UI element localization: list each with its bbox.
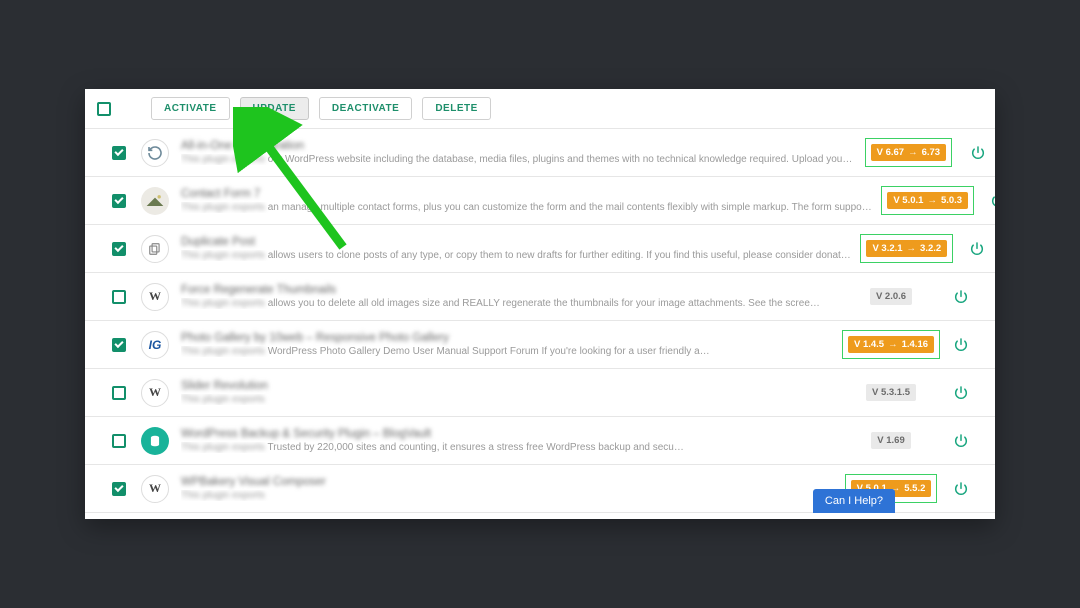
plugin-icon: W [141,283,181,311]
plugin-row: Contact Form 7 This plugin exports an man… [85,177,995,225]
plugin-row: IGPhoto Gallery by 10web – Responsive Ph… [85,321,995,369]
plugin-checkbox[interactable] [112,146,126,160]
plugin-description: This plugin exports allows users to clon… [181,250,851,261]
plugin-checkbox[interactable] [112,194,126,208]
plugin-manager-panel: ACTIVATE UPDATE DEACTIVATE DELETE All-in… [85,89,995,519]
plugin-row: WSlider Revolution This plugin exports V … [85,369,995,417]
plugin-name: Slider Revolution [181,380,835,392]
power-toggle[interactable] [955,241,995,257]
plugin-row: Duplicate Post This plugin exports allows… [85,225,995,273]
update-badge[interactable]: V 6.67→6.73 [871,144,946,161]
version-badge: V 1.69 [871,432,910,449]
select-all-checkbox[interactable] [97,102,111,116]
version-cell: V 2.0.6 [843,288,939,305]
power-toggle[interactable] [939,385,983,401]
plugin-row: All-in-One WP Migration This plugin expor… [85,129,995,177]
plugin-checkbox[interactable] [112,290,126,304]
power-toggle[interactable] [976,193,995,209]
plugin-description: This plugin exports WordPress Photo Gall… [181,346,835,357]
power-toggle[interactable] [939,481,983,497]
version-cell: V 5.0.1→5.0.3 [880,186,976,215]
version-badge: V 2.0.6 [870,288,912,305]
version-cell: V 5.3.1.5 [843,384,939,401]
power-toggle[interactable] [939,289,983,305]
deactivate-button[interactable]: DEACTIVATE [319,97,412,120]
plugin-description: This plugin exports [181,490,835,501]
plugin-name: Photo Gallery by 10web – Responsive Phot… [181,332,835,344]
bulk-toolbar: ACTIVATE UPDATE DEACTIVATE DELETE [85,89,995,129]
plugin-description: This plugin exports [181,394,835,405]
plugin-description: This plugin exports allows you to delete… [181,298,835,309]
plugin-name: WordPress Backup & Security Plugin – Blo… [181,428,835,440]
power-toggle[interactable] [939,337,983,353]
plugin-icon [141,235,181,263]
version-cell: V 1.4.5→1.4.16 [843,330,939,359]
plugin-name: Duplicate Post [181,236,851,248]
update-badge[interactable]: V 5.0.1→5.0.3 [887,192,968,209]
power-toggle[interactable] [939,433,983,449]
plugin-name: All-in-One WP Migration [181,140,852,152]
plugin-list: All-in-One WP Migration This plugin expor… [85,129,995,513]
plugin-description: This plugin exports our WordPress websit… [181,154,852,165]
plugin-row: WordPress Backup & Security Plugin – Blo… [85,417,995,465]
version-cell: V 6.67→6.73 [860,138,956,167]
update-badge[interactable]: V 1.4.5→1.4.16 [848,336,934,353]
plugin-checkbox[interactable] [112,434,126,448]
version-cell: V 1.69 [843,432,939,449]
power-toggle[interactable] [956,145,995,161]
activate-button[interactable]: ACTIVATE [151,97,230,120]
plugin-icon: W [141,475,181,503]
plugin-row: WForce Regenerate Thumbnails This plugin … [85,273,995,321]
update-button[interactable]: UPDATE [240,97,309,120]
update-badge[interactable]: V 3.2.1→3.2.2 [866,240,947,257]
delete-button[interactable]: DELETE [422,97,490,120]
version-cell: V 3.2.1→3.2.2 [859,234,955,263]
help-widget[interactable]: Can I Help? [813,489,895,513]
plugin-icon: IG [141,331,181,359]
plugin-checkbox[interactable] [112,338,126,352]
plugin-checkbox[interactable] [112,482,126,496]
plugin-name: Contact Form 7 [181,188,872,200]
plugin-icon [141,187,181,215]
plugin-icon [141,427,181,455]
plugin-description: This plugin exports an manage multiple c… [181,202,872,213]
plugin-icon: W [141,379,181,407]
plugin-name: Force Regenerate Thumbnails [181,284,835,296]
version-badge: V 5.3.1.5 [866,384,916,401]
plugin-checkbox[interactable] [112,242,126,256]
plugin-checkbox[interactable] [112,386,126,400]
plugin-icon [141,139,181,167]
plugin-name: WPBakery Visual Composer [181,476,835,488]
plugin-description: This plugin exports Trusted by 220,000 s… [181,442,835,453]
